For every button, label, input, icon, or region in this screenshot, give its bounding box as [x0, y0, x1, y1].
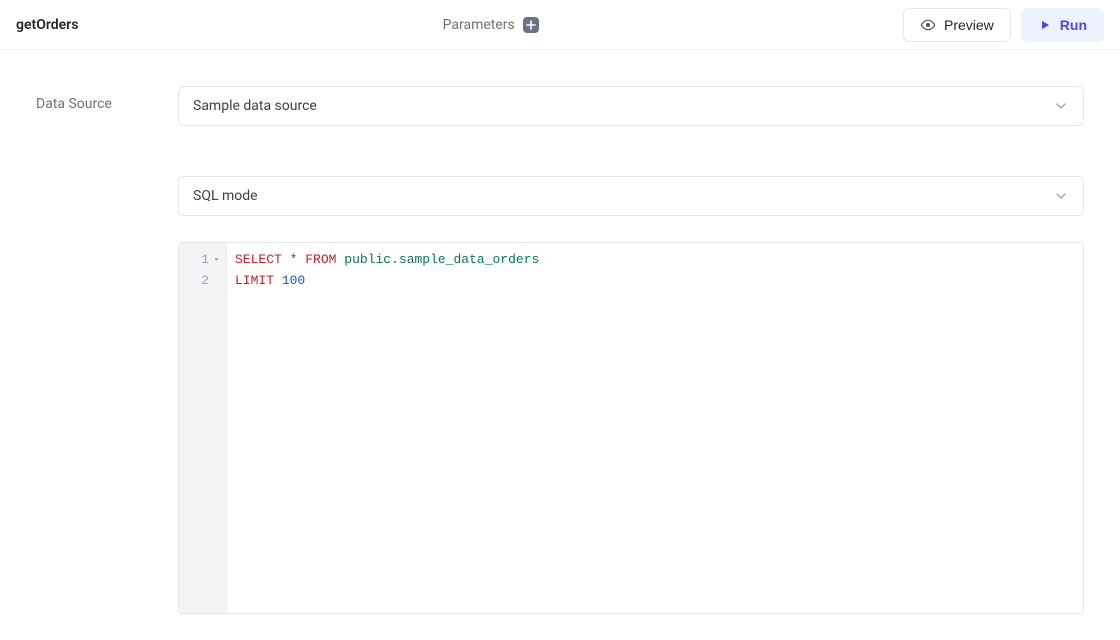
eye-icon: [920, 17, 936, 33]
fold-icon: [212, 256, 220, 263]
chevron-down-icon: [1053, 188, 1069, 204]
query-title[interactable]: getOrders: [16, 17, 78, 33]
play-icon: [1038, 18, 1052, 32]
run-button-label: Run: [1060, 17, 1087, 33]
parameters-label: Parameters: [443, 17, 515, 33]
query-mode-value: SQL mode: [193, 188, 258, 204]
chevron-down-icon: [1053, 98, 1069, 114]
data-source-label: Data Source: [36, 86, 158, 112]
preview-button-label: Preview: [944, 17, 994, 33]
run-button[interactable]: Run: [1021, 8, 1104, 42]
query-mode-select[interactable]: SQL mode: [178, 176, 1084, 216]
line-number: 1: [201, 249, 209, 270]
data-source-value: Sample data source: [193, 98, 317, 114]
line-number: 2: [201, 270, 209, 291]
parameters-group[interactable]: Parameters: [78, 17, 903, 33]
editor-code[interactable]: SELECT * FROM public.sample_data_orders …: [227, 243, 1083, 613]
editor-gutter: 1 2: [179, 243, 227, 613]
preview-button[interactable]: Preview: [903, 8, 1011, 42]
sql-editor[interactable]: 1 2 SELECT * FROM public.sample_data_ord…: [178, 242, 1084, 614]
data-source-select[interactable]: Sample data source: [178, 86, 1084, 126]
plus-icon: [523, 17, 539, 33]
